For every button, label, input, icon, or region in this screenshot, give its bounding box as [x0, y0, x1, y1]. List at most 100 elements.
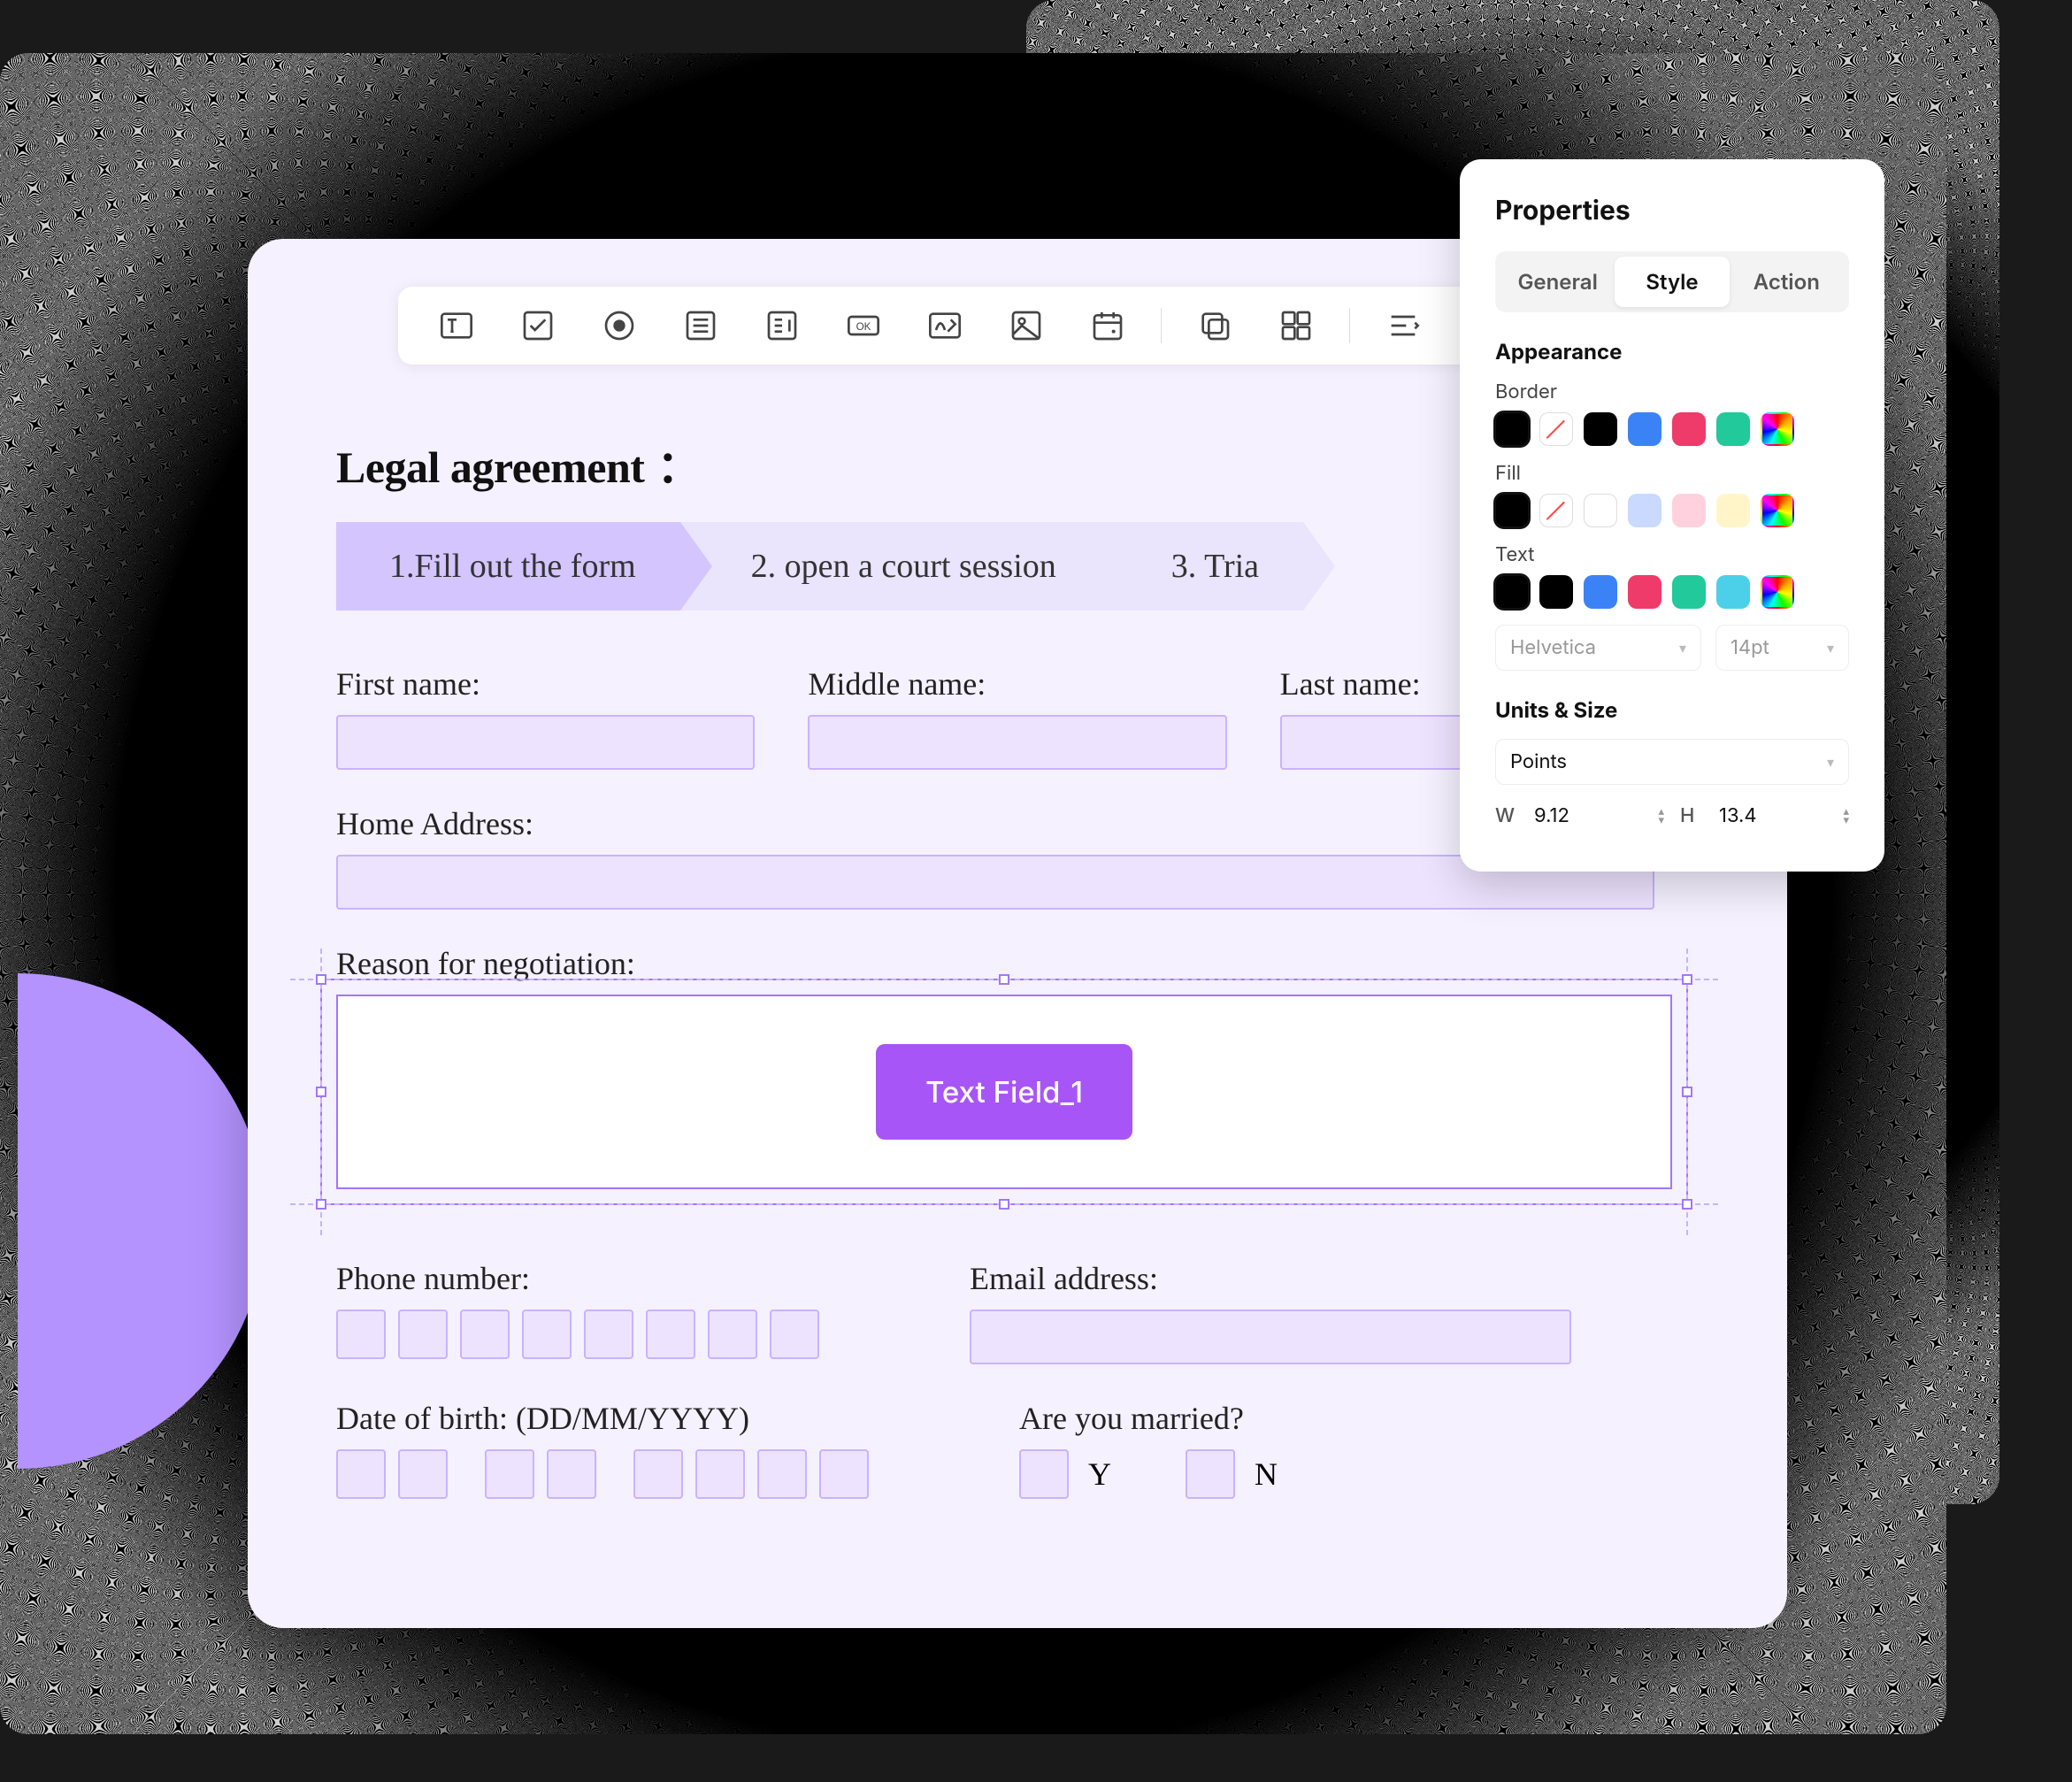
- phone-box[interactable]: [336, 1310, 386, 1359]
- dob-box[interactable]: [398, 1449, 448, 1499]
- tab-style[interactable]: Style: [1615, 257, 1729, 307]
- wizard-step-1[interactable]: 1.Fill out the form: [336, 522, 680, 611]
- color-swatch[interactable]: [1539, 412, 1573, 446]
- color-swatch[interactable]: [1716, 494, 1750, 527]
- dob-box[interactable]: [695, 1449, 745, 1499]
- title-colon: ：: [656, 442, 701, 492]
- dob-box[interactable]: [819, 1449, 869, 1499]
- resize-handle-mr[interactable]: [1682, 1087, 1692, 1097]
- color-swatch[interactable]: [1672, 575, 1706, 609]
- color-swatch[interactable]: [1628, 575, 1661, 609]
- resize-handle-tc[interactable]: [999, 974, 1009, 985]
- email-input[interactable]: [970, 1310, 1571, 1364]
- color-swatch[interactable]: [1495, 412, 1529, 446]
- svg-text:OK: OK: [856, 321, 871, 333]
- toolbar-separator-2: [1349, 308, 1350, 343]
- appearance-title: Appearance: [1495, 339, 1849, 365]
- ok-button-tool-icon[interactable]: OK: [844, 306, 883, 345]
- dob-box[interactable]: [336, 1449, 386, 1499]
- color-swatch[interactable]: [1495, 494, 1529, 527]
- resize-handle-bc[interactable]: [999, 1199, 1009, 1210]
- wizard-step-3-label: 3. Tria: [1171, 547, 1259, 586]
- dob-box[interactable]: [757, 1449, 807, 1499]
- color-swatch[interactable]: [1716, 575, 1750, 609]
- layout-tool-icon[interactable]: [1277, 306, 1316, 345]
- married-label: Are you married?: [1019, 1400, 1278, 1437]
- date-tool-icon[interactable]: [1088, 306, 1127, 345]
- chevron-down-icon: ▾: [1679, 639, 1686, 657]
- tab-action[interactable]: Action: [1730, 257, 1844, 307]
- font-size-value: 14pt: [1731, 636, 1769, 659]
- dob-box[interactable]: [547, 1449, 596, 1499]
- title-text: Legal agreement: [336, 442, 644, 492]
- color-swatch[interactable]: [1672, 412, 1706, 446]
- dob-box[interactable]: [633, 1449, 683, 1499]
- selected-field-container[interactable]: Text Field_1: [336, 995, 1672, 1189]
- first-name-label: First name:: [336, 665, 755, 703]
- checkbox-tool-icon[interactable]: [518, 306, 557, 345]
- middle-name-label: Middle name:: [808, 665, 1226, 703]
- phone-box[interactable]: [398, 1310, 448, 1359]
- color-swatch[interactable]: [1539, 575, 1573, 609]
- resize-handle-ml[interactable]: [316, 1087, 326, 1097]
- phone-box[interactable]: [584, 1310, 633, 1359]
- color-swatch[interactable]: [1584, 575, 1617, 609]
- signature-tool-icon[interactable]: [925, 306, 964, 345]
- wizard-step-2[interactable]: 2. open a court session: [680, 522, 1101, 611]
- radio-tool-icon[interactable]: [600, 306, 639, 345]
- duplicate-tool-icon[interactable]: [1195, 306, 1234, 345]
- dropdown-tool-icon[interactable]: [763, 306, 802, 345]
- color-swatch[interactable]: [1628, 494, 1661, 527]
- phone-box[interactable]: [646, 1310, 695, 1359]
- tab-general[interactable]: General: [1500, 257, 1615, 307]
- color-swatch[interactable]: [1761, 575, 1794, 609]
- width-label: W: [1495, 804, 1520, 827]
- color-swatch[interactable]: [1761, 412, 1794, 446]
- properties-panel: Properties General Style Action Appearan…: [1460, 159, 1884, 872]
- fill-label: Fill: [1495, 462, 1849, 485]
- color-swatch[interactable]: [1495, 575, 1529, 609]
- properties-tabs: General Style Action: [1495, 251, 1849, 312]
- text-label: Text: [1495, 543, 1849, 566]
- text-field-tool-icon[interactable]: [437, 306, 476, 345]
- home-address-input[interactable]: [336, 855, 1654, 910]
- units-select[interactable]: Points ▾: [1495, 739, 1849, 785]
- dob-box[interactable]: [485, 1449, 534, 1499]
- first-name-input[interactable]: [336, 715, 755, 770]
- color-swatch[interactable]: [1716, 412, 1750, 446]
- height-input[interactable]: H 13.4 ▴▾: [1680, 804, 1849, 827]
- color-swatch[interactable]: [1628, 412, 1661, 446]
- color-swatch[interactable]: [1584, 412, 1617, 446]
- resize-handle-tr[interactable]: [1682, 974, 1692, 985]
- phone-label: Phone number:: [336, 1260, 819, 1297]
- phone-box[interactable]: [460, 1310, 510, 1359]
- resize-handle-tl[interactable]: [316, 974, 326, 985]
- resize-handle-bl[interactable]: [316, 1199, 326, 1210]
- color-swatch[interactable]: [1672, 494, 1706, 527]
- color-swatch[interactable]: [1539, 494, 1573, 527]
- middle-name-input[interactable]: [808, 715, 1226, 770]
- font-size-select[interactable]: 14pt ▾: [1715, 625, 1849, 671]
- email-label: Email address:: [970, 1260, 1571, 1297]
- color-swatch[interactable]: [1761, 494, 1794, 527]
- font-family-value: Helvetica: [1510, 636, 1596, 659]
- phone-box[interactable]: [522, 1310, 572, 1359]
- phone-boxes: [336, 1310, 819, 1359]
- width-input[interactable]: W 9.12 ▴▾: [1495, 804, 1664, 827]
- list-field-tool-icon[interactable]: [681, 306, 720, 345]
- phone-box[interactable]: [708, 1310, 757, 1359]
- width-stepper[interactable]: ▴▾: [1658, 807, 1664, 825]
- married-no-box[interactable]: [1186, 1449, 1235, 1499]
- resize-handle-br[interactable]: [1682, 1199, 1692, 1210]
- married-yes-box[interactable]: [1019, 1449, 1069, 1499]
- dob-label: Date of birth: (DD/MM/YYYY): [336, 1400, 869, 1437]
- phone-box[interactable]: [770, 1310, 819, 1359]
- font-family-select[interactable]: Helvetica ▾: [1495, 625, 1701, 671]
- toolbar-separator: [1161, 308, 1162, 343]
- color-swatch[interactable]: [1584, 494, 1617, 527]
- height-stepper[interactable]: ▴▾: [1843, 807, 1849, 825]
- chevron-down-icon: ▾: [1827, 753, 1834, 771]
- units-size-title: Units & Size: [1495, 697, 1849, 723]
- align-tool-icon[interactable]: [1384, 306, 1423, 345]
- image-tool-icon[interactable]: [1007, 306, 1046, 345]
